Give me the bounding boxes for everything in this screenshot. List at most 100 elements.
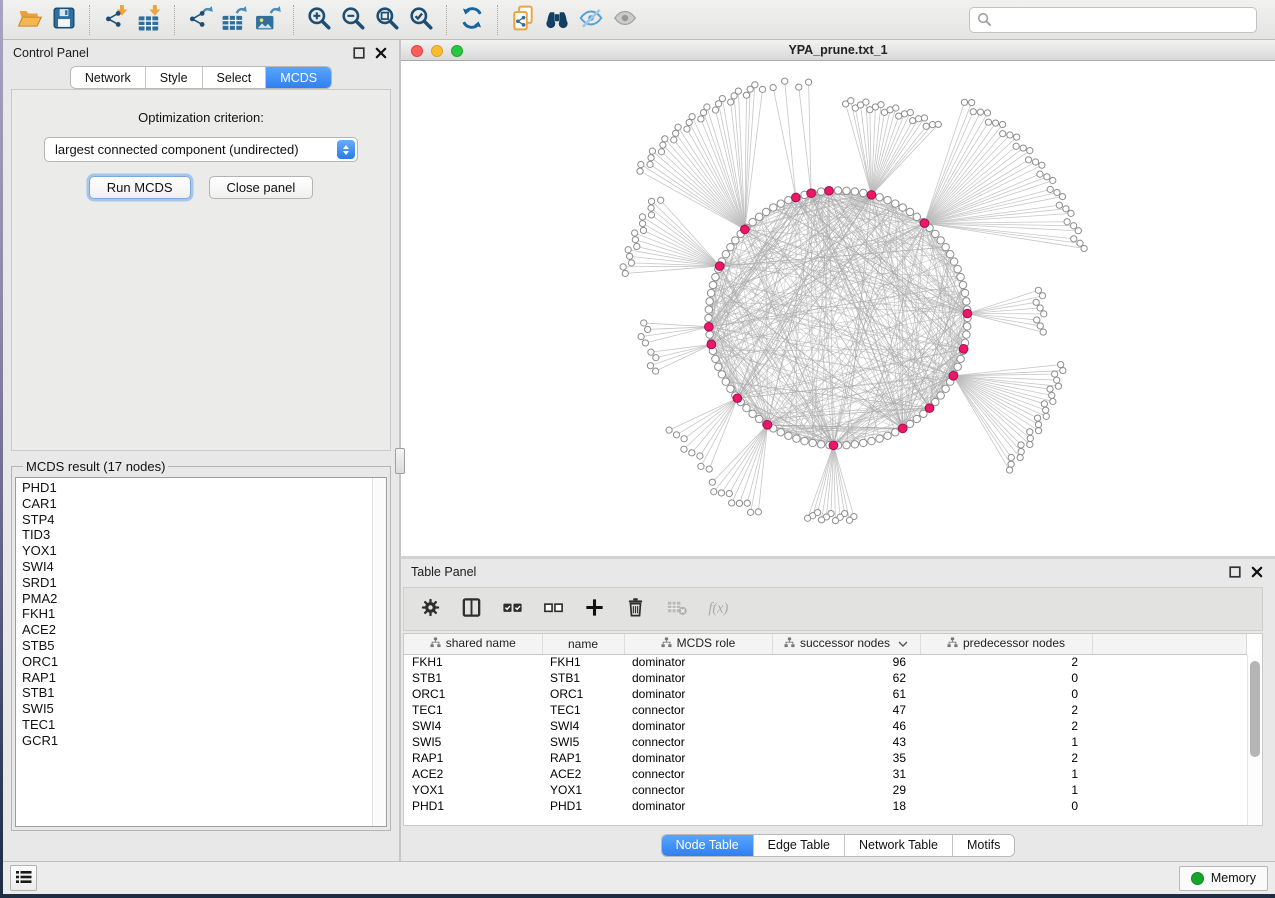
mcds-result-item[interactable]: TEC1	[22, 717, 370, 733]
mcds-result-item[interactable]: FKH1	[22, 606, 370, 622]
mcds-result-item[interactable]: STB1	[22, 685, 370, 701]
save-session-button[interactable]	[47, 4, 81, 36]
export-network-button[interactable]	[183, 4, 217, 36]
add-column-button[interactable]	[576, 593, 613, 625]
mcds-result-item[interactable]: SWI4	[22, 559, 370, 575]
mcds-result-item[interactable]: STB5	[22, 638, 370, 654]
mcds-result-item[interactable]: SWI5	[22, 701, 370, 717]
table-row[interactable]: FKH1FKH1dominator962	[404, 654, 1247, 670]
tab-motifs[interactable]: Motifs	[952, 835, 1014, 856]
close-panel-icon[interactable]	[375, 47, 387, 59]
run-mcds-button[interactable]: Run MCDS	[89, 176, 191, 199]
search-binoculars-button[interactable]	[540, 4, 574, 36]
zoom-in-button[interactable]	[302, 4, 336, 36]
table-scrollbar	[1247, 655, 1262, 825]
mcds-result-item[interactable]: ACE2	[22, 622, 370, 638]
table-row[interactable]: SWI5SWI5connector431	[404, 734, 1247, 750]
table-row[interactable]: ACE2ACE2connector311	[404, 766, 1247, 782]
close-panel-icon[interactable]	[1251, 566, 1263, 578]
minimize-window-icon[interactable]	[431, 45, 443, 57]
tab-select[interactable]: Select	[202, 67, 266, 88]
table-row[interactable]: PHD1PHD1dominator180	[404, 798, 1247, 814]
mcds-result-item[interactable]: ORC1	[22, 654, 370, 670]
zoom-out-button[interactable]	[336, 4, 370, 36]
search-input[interactable]	[969, 7, 1257, 33]
memory-button[interactable]: Memory	[1179, 866, 1268, 891]
hide-selected-button[interactable]	[574, 4, 608, 36]
col-header-shared-name[interactable]: shared name	[404, 634, 542, 654]
criterion-select[interactable]: largest connected component (undirected)	[44, 137, 358, 162]
table-row[interactable]: YOX1YOX1connector291	[404, 782, 1247, 798]
tab-network[interactable]: Network	[71, 67, 145, 88]
float-window-icon[interactable]	[1229, 566, 1241, 578]
list-scrollbar[interactable]	[372, 478, 386, 826]
cell-predecessor-nodes: 0	[920, 670, 1092, 686]
mcds-result-item[interactable]: PMA2	[22, 591, 370, 607]
mcds-result-item[interactable]: PHD1	[22, 480, 370, 496]
import-network-icon	[102, 5, 128, 34]
network-canvas[interactable]	[401, 61, 1275, 556]
search-icon	[977, 12, 992, 27]
cell-predecessor-nodes: 1	[920, 766, 1092, 782]
node-table: shared namenameMCDS rolesuccessor nodesp…	[403, 633, 1263, 826]
clone-network-button[interactable]	[506, 4, 540, 36]
select-all-icon	[501, 596, 524, 622]
delete-column-button[interactable]	[617, 593, 654, 625]
task-history-button[interactable]	[10, 865, 37, 891]
tab-mcds[interactable]: MCDS	[265, 67, 331, 88]
tab-network-table[interactable]: Network Table	[844, 835, 952, 856]
cell-shared-name: RAP1	[404, 750, 542, 766]
select-all-button[interactable]	[494, 593, 531, 625]
table-row[interactable]: SWI4SWI4dominator462	[404, 718, 1247, 734]
mcds-result-item[interactable]: RAP1	[22, 670, 370, 686]
mcds-result-item[interactable]: CAR1	[22, 496, 370, 512]
close-window-icon[interactable]	[411, 45, 423, 57]
zoom-selected-button[interactable]	[404, 4, 438, 36]
export-table-button[interactable]	[217, 4, 251, 36]
tab-edge-table[interactable]: Edge Table	[753, 835, 844, 856]
mcds-result-item[interactable]: YOX1	[22, 543, 370, 559]
deselect-all-button[interactable]	[535, 593, 572, 625]
tab-style[interactable]: Style	[145, 67, 202, 88]
maximize-window-icon[interactable]	[451, 45, 463, 57]
mcds-result-item[interactable]: GCR1	[22, 733, 370, 749]
col-header-filler	[1092, 634, 1247, 654]
cell-successor-nodes: 96	[772, 654, 920, 670]
mcds-result-item[interactable]: SRD1	[22, 575, 370, 591]
cell-name: STB1	[542, 670, 624, 686]
table-scrollbar-thumb[interactable]	[1250, 661, 1260, 757]
cell-name: SWI5	[542, 734, 624, 750]
mcds-result-list[interactable]: PHD1CAR1STP4TID3YOX1SWI4SRD1PMA2FKH1ACE2…	[15, 477, 387, 827]
mcds-result-item[interactable]: STP4	[22, 512, 370, 528]
network-window: YPA_prune.txt_1	[401, 40, 1275, 559]
mcds-result-item[interactable]: TID3	[22, 527, 370, 543]
import-table-button[interactable]	[132, 4, 166, 36]
show-columns-button[interactable]	[453, 593, 490, 625]
table-row[interactable]: RAP1RAP1dominator352	[404, 750, 1247, 766]
float-window-icon[interactable]	[353, 47, 365, 59]
zoom-fit-button[interactable]	[370, 4, 404, 36]
col-header-name[interactable]: name	[542, 634, 624, 654]
table-row[interactable]: TEC1TEC1connector472	[404, 702, 1247, 718]
import-network-button[interactable]	[98, 4, 132, 36]
cell-predecessor-nodes: 1	[920, 734, 1092, 750]
open-file-button[interactable]	[13, 4, 47, 36]
zoom-selected-icon	[408, 5, 434, 34]
table-settings-button[interactable]	[412, 593, 449, 625]
col-header-predecessor-nodes[interactable]: predecessor nodes	[920, 634, 1092, 654]
table-row[interactable]: STB1STB1dominator620	[404, 670, 1247, 686]
panel-splitter-handle[interactable]	[395, 448, 405, 474]
cell-MCDS-role: connector	[624, 782, 772, 798]
col-header-successor-nodes[interactable]: successor nodes	[772, 634, 920, 654]
tab-node-table[interactable]: Node Table	[662, 835, 753, 856]
close-panel-button[interactable]: Close panel	[209, 176, 314, 199]
cell-name: ACE2	[542, 766, 624, 782]
cell-MCDS-role: connector	[624, 766, 772, 782]
attribute-icon	[784, 637, 795, 651]
refresh-layout-button[interactable]	[455, 4, 489, 36]
cell-predecessor-nodes: 2	[920, 750, 1092, 766]
table-row[interactable]: ORC1ORC1dominator610	[404, 686, 1247, 702]
mcds-result-title: MCDS result (17 nodes)	[23, 459, 168, 474]
col-header-MCDS-role[interactable]: MCDS role	[624, 634, 772, 654]
export-image-button[interactable]	[251, 4, 285, 36]
